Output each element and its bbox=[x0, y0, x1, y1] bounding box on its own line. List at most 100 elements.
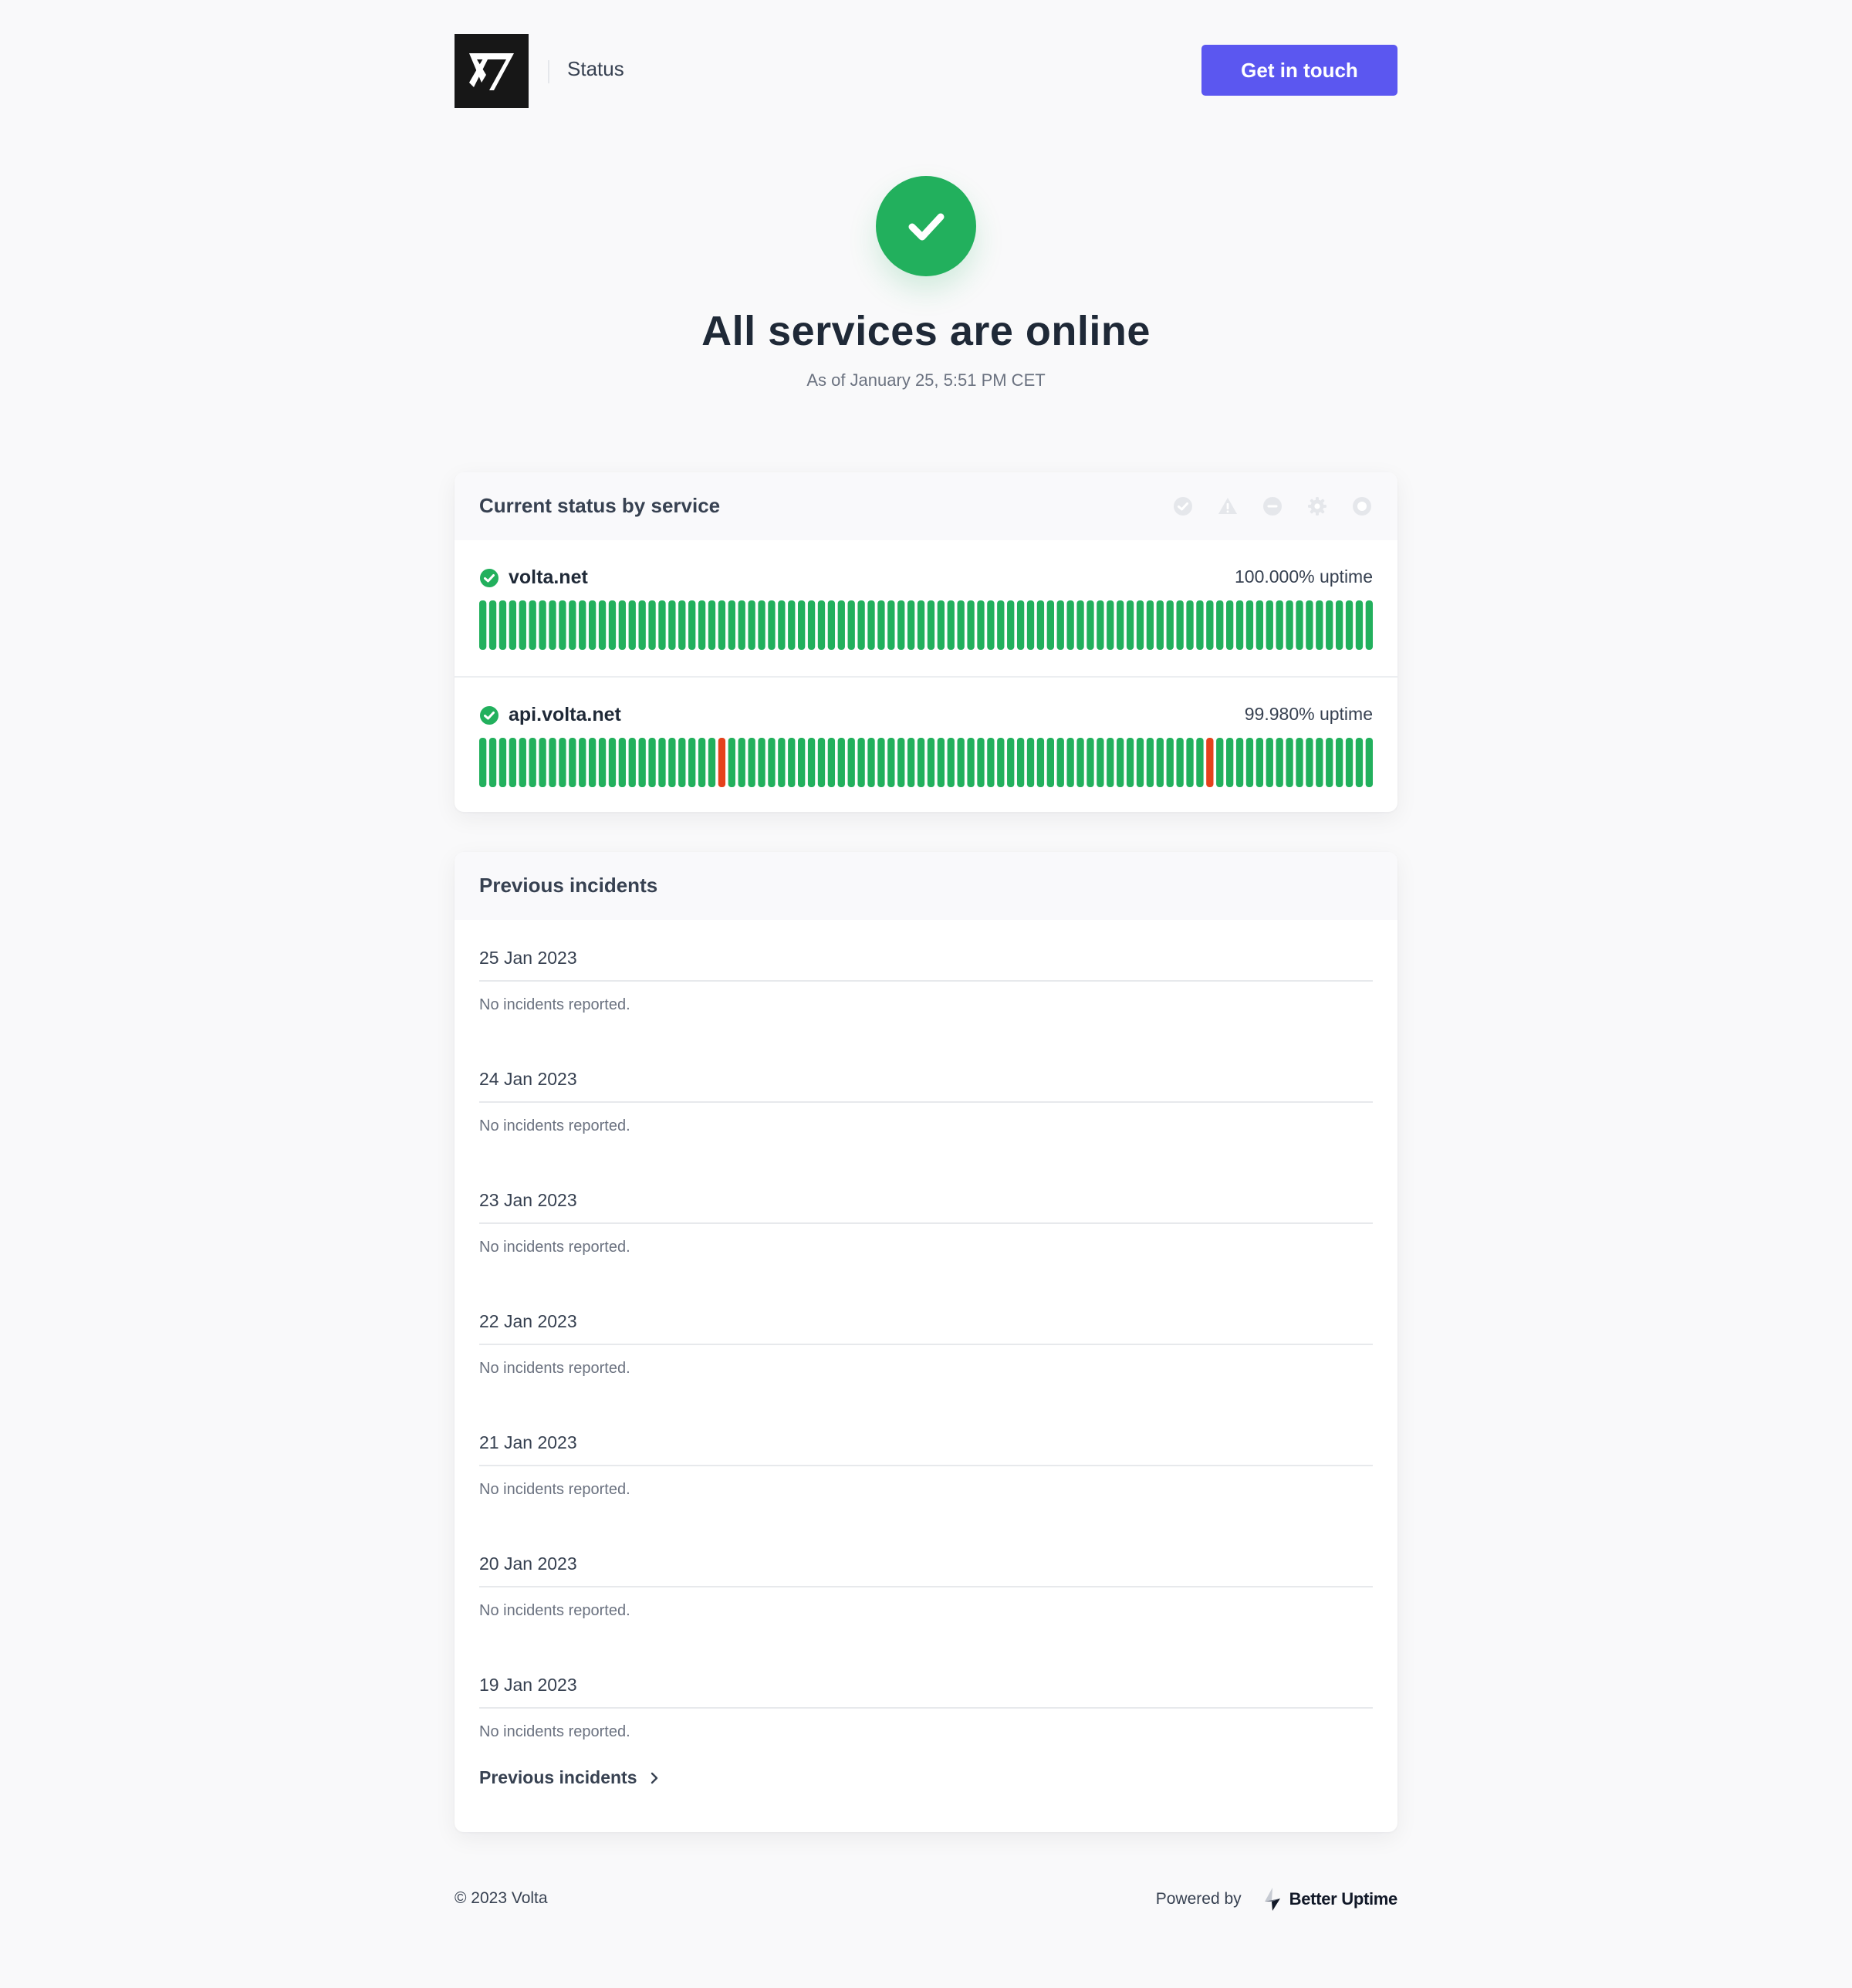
uptime-bar[interactable] bbox=[897, 600, 905, 650]
uptime-bar[interactable] bbox=[1036, 600, 1045, 650]
uptime-bar[interactable] bbox=[1097, 600, 1104, 650]
uptime-bar[interactable] bbox=[947, 738, 955, 787]
uptime-bar[interactable] bbox=[1166, 600, 1174, 650]
degraded-icon[interactable] bbox=[1217, 495, 1239, 517]
uptime-bar[interactable] bbox=[529, 738, 536, 787]
uptime-bar[interactable] bbox=[1245, 600, 1254, 650]
uptime-bar[interactable] bbox=[1126, 600, 1134, 650]
uptime-bar[interactable] bbox=[807, 738, 816, 787]
volta-logo[interactable] bbox=[455, 34, 529, 108]
uptime-bar[interactable] bbox=[1296, 738, 1303, 787]
uptime-bar[interactable] bbox=[498, 738, 507, 787]
uptime-bar[interactable] bbox=[798, 738, 806, 787]
uptime-bar[interactable] bbox=[768, 600, 776, 650]
uptime-bar[interactable] bbox=[837, 600, 845, 650]
uptime-bar[interactable] bbox=[1226, 738, 1234, 787]
uptime-bar[interactable] bbox=[708, 738, 716, 787]
uptime-bar[interactable] bbox=[1056, 738, 1064, 787]
uptime-bar[interactable] bbox=[887, 738, 895, 787]
uptime-bar[interactable] bbox=[698, 738, 706, 787]
uptime-bar[interactable] bbox=[1335, 738, 1343, 787]
uptime-bar[interactable] bbox=[658, 600, 666, 650]
uptime-bar[interactable] bbox=[937, 738, 945, 787]
uptime-bar[interactable] bbox=[997, 600, 1005, 650]
uptime-bar[interactable] bbox=[1266, 738, 1273, 787]
uptime-bar[interactable] bbox=[837, 738, 845, 787]
uptime-bar[interactable] bbox=[569, 600, 576, 650]
uptime-bar[interactable] bbox=[668, 600, 676, 650]
uptime-bar[interactable] bbox=[1355, 600, 1364, 650]
uptime-bar[interactable] bbox=[1216, 600, 1224, 650]
uptime-bar[interactable] bbox=[498, 600, 507, 650]
uptime-bar[interactable] bbox=[479, 738, 487, 787]
uptime-bar[interactable] bbox=[1156, 600, 1164, 650]
uptime-bar[interactable] bbox=[1286, 600, 1293, 650]
uptime-bar[interactable] bbox=[648, 738, 656, 787]
uptime-bar[interactable] bbox=[1026, 738, 1035, 787]
uptime-bar[interactable] bbox=[1036, 738, 1045, 787]
uptime-bar[interactable] bbox=[1066, 600, 1074, 650]
service-name[interactable]: api.volta.net bbox=[509, 704, 621, 726]
uptime-bar[interactable] bbox=[758, 600, 765, 650]
uptime-bar[interactable] bbox=[1316, 600, 1323, 650]
uptime-bar[interactable] bbox=[1276, 738, 1283, 787]
uptime-bar[interactable] bbox=[1245, 738, 1254, 787]
uptime-bar[interactable] bbox=[698, 600, 706, 650]
uptime-bar[interactable] bbox=[807, 600, 816, 650]
uptime-bar[interactable] bbox=[1316, 738, 1323, 787]
operational-icon[interactable] bbox=[1172, 495, 1194, 517]
uptime-bar[interactable] bbox=[977, 600, 985, 650]
uptime-bar[interactable] bbox=[1076, 738, 1084, 787]
uptime-bar[interactable] bbox=[1266, 600, 1273, 650]
uptime-bar[interactable] bbox=[788, 600, 796, 650]
uptime-bar[interactable] bbox=[1087, 600, 1094, 650]
uptime-bar[interactable] bbox=[867, 738, 875, 787]
uptime-bar[interactable] bbox=[1097, 738, 1104, 787]
uptime-bar[interactable] bbox=[688, 738, 696, 787]
uptime-bar[interactable] bbox=[877, 600, 885, 650]
uptime-bar[interactable] bbox=[1156, 738, 1164, 787]
uptime-bar[interactable] bbox=[987, 600, 995, 650]
uptime-bar[interactable] bbox=[1256, 600, 1264, 650]
uptime-bar[interactable] bbox=[728, 738, 735, 787]
uptime-bar-incident[interactable] bbox=[1206, 738, 1214, 787]
uptime-bar[interactable] bbox=[1206, 600, 1214, 650]
uptime-bar[interactable] bbox=[778, 738, 786, 787]
uptime-bar[interactable] bbox=[798, 600, 806, 650]
uptime-bar[interactable] bbox=[967, 600, 975, 650]
uptime-bar[interactable] bbox=[1345, 600, 1354, 650]
uptime-bar[interactable] bbox=[877, 738, 885, 787]
uptime-bar[interactable] bbox=[628, 738, 636, 787]
uptime-bar[interactable] bbox=[957, 738, 965, 787]
uptime-bar[interactable] bbox=[549, 600, 556, 650]
uptime-bar[interactable] bbox=[628, 600, 636, 650]
uptime-bar[interactable] bbox=[539, 738, 546, 787]
uptime-bar[interactable] bbox=[857, 600, 865, 650]
uptime-bar[interactable] bbox=[678, 738, 686, 787]
uptime-bar[interactable] bbox=[758, 738, 765, 787]
uptime-bar[interactable] bbox=[1016, 738, 1025, 787]
uptime-bar[interactable] bbox=[1066, 738, 1074, 787]
uptime-bar[interactable] bbox=[967, 738, 975, 787]
uptime-bar[interactable] bbox=[1117, 738, 1124, 787]
uptime-bar[interactable] bbox=[1196, 600, 1204, 650]
uptime-bar[interactable] bbox=[1126, 738, 1134, 787]
uptime-bar[interactable] bbox=[1176, 600, 1184, 650]
uptime-bar[interactable] bbox=[778, 600, 786, 650]
uptime-bar[interactable] bbox=[559, 600, 566, 650]
uptime-bar[interactable] bbox=[1007, 738, 1015, 787]
uptime-bar[interactable] bbox=[1016, 600, 1025, 650]
uptime-bar[interactable] bbox=[549, 738, 556, 787]
uptime-bar[interactable] bbox=[1286, 738, 1293, 787]
uptime-bar[interactable] bbox=[1046, 600, 1054, 650]
get-in-touch-button[interactable]: Get in touch bbox=[1201, 45, 1397, 96]
uptime-bar[interactable] bbox=[1306, 600, 1313, 650]
uptime-bar[interactable] bbox=[488, 738, 497, 787]
uptime-bar[interactable] bbox=[668, 738, 676, 787]
uptime-bar[interactable] bbox=[957, 600, 965, 650]
uptime-bar[interactable] bbox=[788, 738, 796, 787]
uptime-bar[interactable] bbox=[1117, 600, 1124, 650]
uptime-bar[interactable] bbox=[1296, 600, 1303, 650]
uptime-bar[interactable] bbox=[1136, 738, 1144, 787]
uptime-bar[interactable] bbox=[678, 600, 686, 650]
